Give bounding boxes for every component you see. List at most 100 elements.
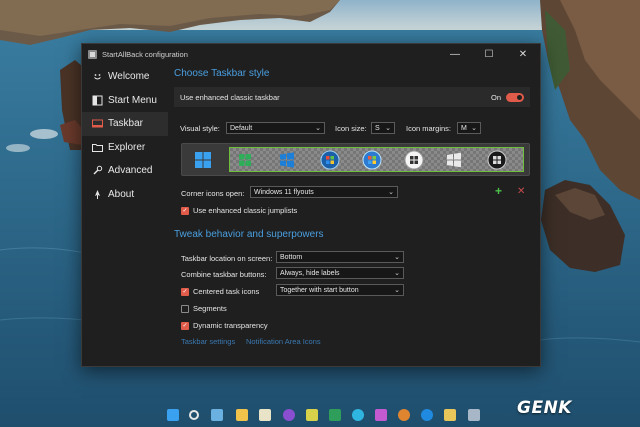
location-select[interactable]: Bottom ⌄ xyxy=(276,251,404,263)
sidebar-item-welcome[interactable]: Welcome xyxy=(82,65,168,89)
config-app-icon[interactable] xyxy=(468,409,480,421)
centered-icons-checkbox[interactable]: ✓ xyxy=(181,287,189,296)
close-icon: ✕ xyxy=(518,48,528,60)
transparency-option[interactable]: ✓ Dynamic transparency xyxy=(181,321,268,330)
close-button[interactable]: ✕ xyxy=(506,44,540,64)
app-icon-note[interactable] xyxy=(444,409,456,421)
sidebar-item-label: About xyxy=(108,188,135,200)
segments-option[interactable]: Segments xyxy=(181,304,227,313)
about-icon xyxy=(91,188,103,200)
jumplists-checkbox[interactable]: ✓ xyxy=(181,206,189,215)
sidebar-item-advanced[interactable]: Advanced xyxy=(82,159,168,183)
visual-style-label: Visual style: xyxy=(180,124,220,133)
app-icon-purple[interactable] xyxy=(283,409,295,421)
location-label: Taskbar location on screen: xyxy=(181,254,273,263)
windows-xp-orb-icon[interactable] xyxy=(403,149,425,171)
wrench-icon xyxy=(91,165,103,177)
remove-button[interactable]: ✕ xyxy=(517,186,525,197)
icon-size-label: Icon size: xyxy=(335,124,367,133)
taskbar-icon xyxy=(91,118,103,130)
sidebar-item-explorer[interactable]: Explorer xyxy=(82,136,168,160)
corner-icons-label: Corner icons open: xyxy=(181,189,245,198)
dark-orb-icon[interactable] xyxy=(486,149,508,171)
sidebar-item-label: Explorer xyxy=(108,141,146,153)
start-menu-icon xyxy=(91,94,103,106)
minimize-button[interactable]: — xyxy=(438,44,472,64)
vista-orb-icon[interactable] xyxy=(319,149,341,171)
chevron-down-icon: ⌄ xyxy=(471,125,477,132)
chevron-down-icon: ⌄ xyxy=(385,125,391,132)
sidebar-item-start-menu[interactable]: Start Menu xyxy=(82,89,168,113)
browser-icon[interactable] xyxy=(421,409,433,421)
app-icon-green[interactable] xyxy=(329,409,341,421)
transparency-label: Dynamic transparency xyxy=(193,321,268,330)
sidebar-item-taskbar[interactable]: Taskbar xyxy=(82,112,168,136)
centered-icons-value: Together with start button xyxy=(280,286,359,294)
minimize-icon: — xyxy=(450,48,460,60)
sidebar-item-about[interactable]: About xyxy=(82,183,168,207)
windows-logo-icon[interactable] xyxy=(445,151,463,169)
combine-label: Combine taskbar buttons: xyxy=(181,270,267,279)
notepad-icon[interactable] xyxy=(259,409,271,421)
icon-size-select[interactable]: S ⌄ xyxy=(371,122,395,134)
jumplists-label: Use enhanced classic jumplists xyxy=(193,206,298,215)
chevron-down-icon: ⌄ xyxy=(394,287,400,294)
content-pane: Choose Taskbar style Use enhanced classi… xyxy=(174,65,534,134)
segments-checkbox[interactable] xyxy=(181,304,189,313)
app-icon-yellow[interactable] xyxy=(306,409,318,421)
location-value: Bottom xyxy=(280,253,303,261)
combine-select[interactable]: Always, hide labels ⌄ xyxy=(276,267,404,279)
task-view-icon[interactable] xyxy=(211,409,223,421)
edge-icon[interactable] xyxy=(352,409,364,421)
taskbar-settings-link[interactable]: Taskbar settings xyxy=(181,337,235,346)
centered-icons-label: Centered task icons xyxy=(193,287,260,296)
segments-label: Segments xyxy=(193,304,227,313)
centered-icons-option[interactable]: ✓ Centered task icons xyxy=(181,287,259,296)
chevron-down-icon: ⌄ xyxy=(315,125,321,132)
visual-style-select[interactable]: Default ⌄ xyxy=(226,122,325,134)
icon-margins-select[interactable]: M ⌄ xyxy=(457,122,481,134)
smile-icon xyxy=(91,71,103,83)
centered-icons-select[interactable]: Together with start button ⌄ xyxy=(276,284,404,296)
app-icon xyxy=(88,49,97,59)
corner-icons-select[interactable]: Windows 11 flyouts ⌄ xyxy=(250,186,398,198)
section-title-tweaks: Tweak behavior and superpowers xyxy=(174,229,324,240)
chevron-down-icon: ⌄ xyxy=(394,254,400,261)
windows-11-logo-icon[interactable] xyxy=(194,151,212,169)
style-options-strip xyxy=(229,147,524,172)
chevron-down-icon: ⌄ xyxy=(388,189,394,196)
section-title-taskbar-style: Choose Taskbar style xyxy=(174,68,270,79)
visual-style-value: Default xyxy=(230,124,253,132)
sidebar-item-label: Start Menu xyxy=(108,94,157,106)
title-bar[interactable]: StartAllBack configuration — ☐ ✕ xyxy=(82,44,540,64)
maximize-button[interactable]: ☐ xyxy=(472,44,506,64)
jumplists-option[interactable]: ✓ Use enhanced classic jumplists xyxy=(181,206,297,215)
icon-margins-label: Icon margins: xyxy=(406,124,452,133)
firefox-icon[interactable] xyxy=(398,409,410,421)
sidebar: Welcome Start Menu Taskbar Explorer Adva… xyxy=(82,65,168,206)
maximize-icon: ☐ xyxy=(484,48,494,60)
green-orb-icon[interactable] xyxy=(236,151,254,169)
style-preview xyxy=(181,143,530,176)
file-explorer-icon[interactable] xyxy=(236,409,248,421)
combine-value: Always, hide labels xyxy=(280,269,340,277)
sidebar-item-label: Advanced xyxy=(108,165,153,177)
icon-size-value: S xyxy=(375,124,380,132)
toggle-state-label: On xyxy=(490,92,501,102)
notification-icons-link[interactable]: Notification Area Icons xyxy=(246,337,321,346)
window-title: StartAllBack configuration xyxy=(102,49,188,59)
windows-7-orb-icon[interactable] xyxy=(361,149,383,171)
app-icon-pink[interactable] xyxy=(375,409,387,421)
corner-icons-value: Windows 11 flyouts xyxy=(254,188,314,196)
genk-watermark: GENK xyxy=(517,398,572,418)
start-button-icon[interactable] xyxy=(167,409,179,421)
enhanced-taskbar-row: Use enhanced classic taskbar On xyxy=(174,87,530,107)
search-icon[interactable] xyxy=(189,410,199,420)
folder-icon xyxy=(91,141,103,153)
chevron-down-icon: ⌄ xyxy=(394,270,400,277)
windows-10-logo-icon[interactable] xyxy=(278,151,296,169)
enhanced-taskbar-toggle[interactable] xyxy=(506,92,524,102)
add-button[interactable]: + xyxy=(495,184,502,198)
config-window: StartAllBack configuration — ☐ ✕ Welcome… xyxy=(81,43,541,367)
transparency-checkbox[interactable]: ✓ xyxy=(181,321,189,330)
